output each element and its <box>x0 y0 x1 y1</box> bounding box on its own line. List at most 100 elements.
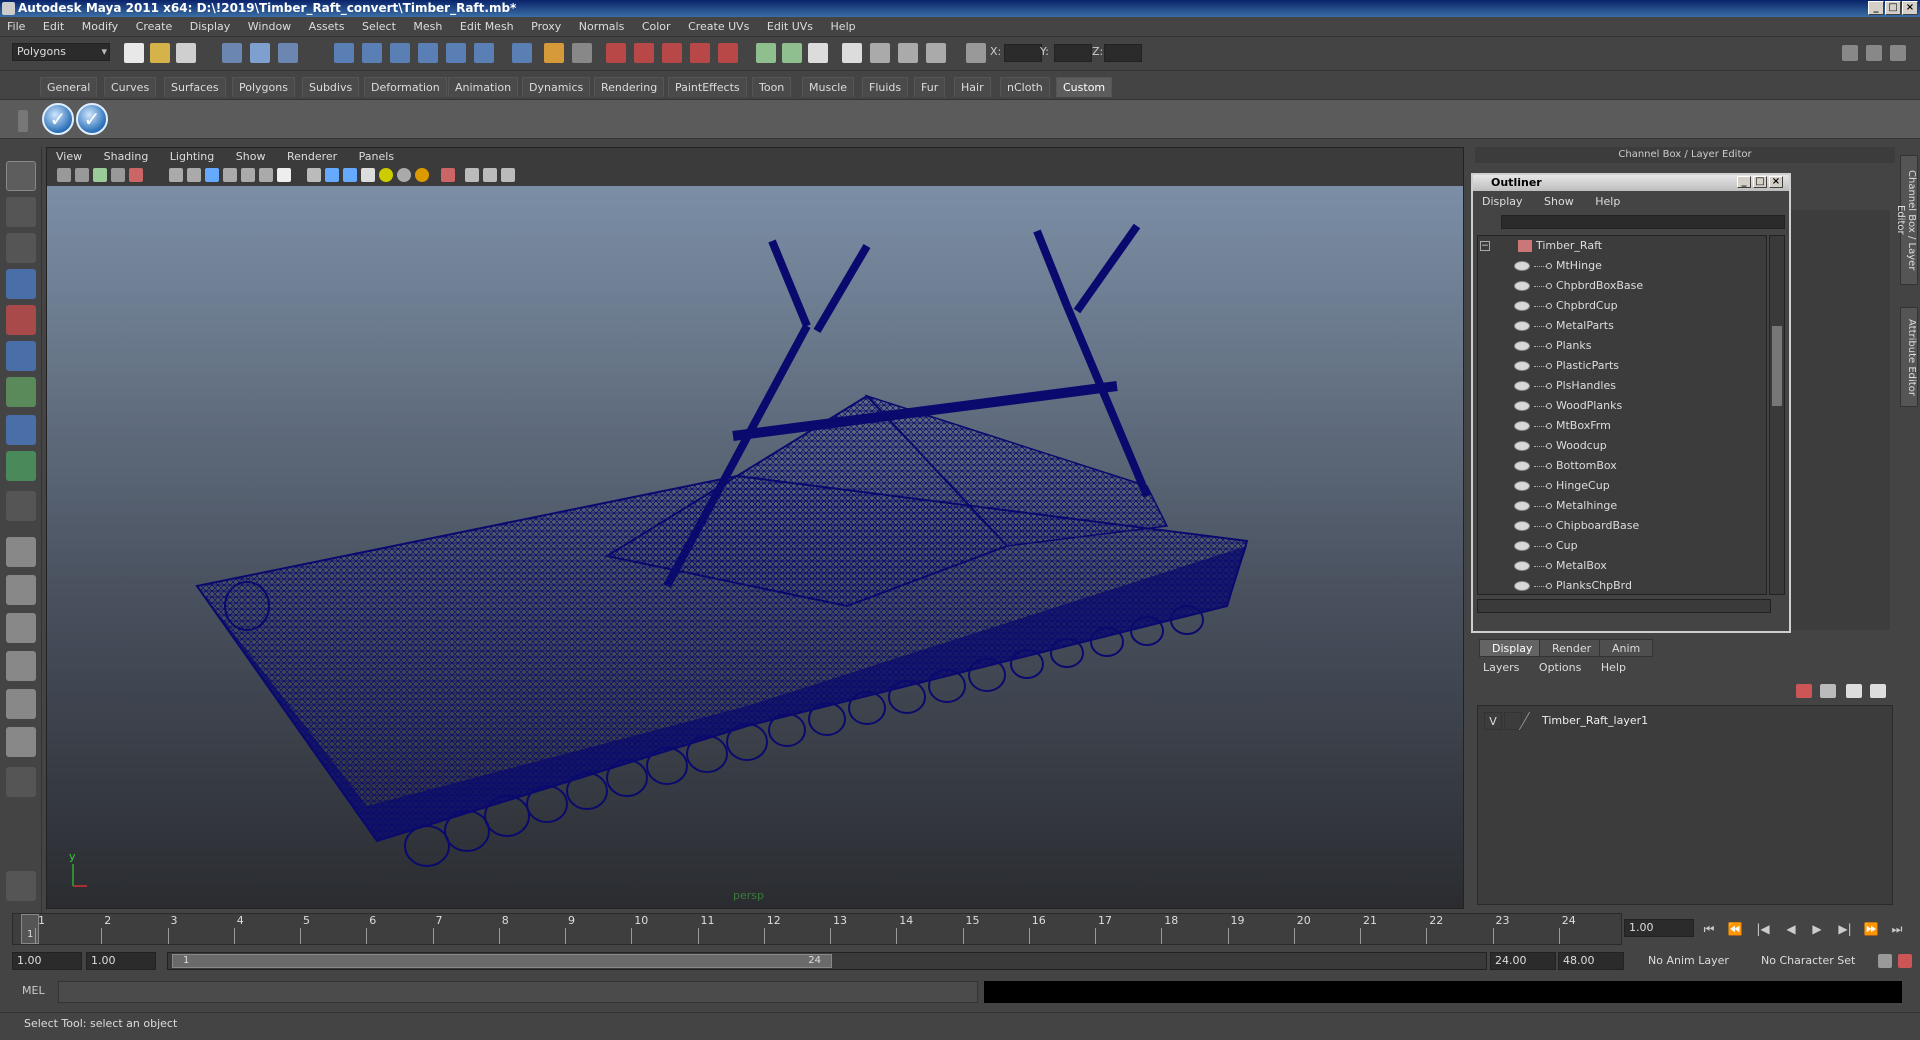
new-layer-selected-icon[interactable] <box>1820 684 1836 698</box>
range-slider[interactable]: 1 24 <box>167 952 1487 970</box>
input-line-icon[interactable] <box>756 43 776 63</box>
gate-mask-icon[interactable] <box>223 168 237 182</box>
shelf-tab-fluids[interactable]: Fluids <box>862 77 909 97</box>
shelf-tab-rendering[interactable]: Rendering <box>594 77 665 97</box>
outliner-item[interactable]: Metalhinge <box>1478 496 1766 516</box>
outliner-item[interactable]: Planks <box>1478 336 1766 356</box>
make-live-icon[interactable] <box>474 43 494 63</box>
outliner-item[interactable]: ChpbrdCup <box>1478 296 1766 316</box>
lock-icon[interactable] <box>544 43 564 63</box>
menu-select[interactable]: Select <box>355 17 403 37</box>
current-frame-marker[interactable]: 1 <box>21 914 39 944</box>
outliner-item[interactable]: PlasticParts <box>1478 356 1766 376</box>
snap-point-icon[interactable] <box>418 43 438 63</box>
side-tab-channel-box[interactable]: Channel Box / Layer Editor <box>1895 155 1918 285</box>
animation-preferences-icon[interactable] <box>1898 954 1912 968</box>
shelf-tab-surfaces[interactable]: Surfaces <box>164 77 226 97</box>
textured-icon[interactable] <box>361 168 375 182</box>
resolution-gate-icon[interactable] <box>205 168 219 182</box>
menu-assets[interactable]: Assets <box>302 17 352 37</box>
layer-visibility-toggle[interactable]: V <box>1484 712 1502 730</box>
smooth-shade-icon[interactable] <box>325 168 339 182</box>
hud-icon[interactable] <box>501 168 515 182</box>
minimize-icon[interactable]: _ <box>1868 1 1884 15</box>
grid-icon[interactable] <box>169 168 183 182</box>
outliner-menu-help[interactable]: Help <box>1586 193 1629 211</box>
shelf-tab-toon[interactable]: Toon <box>752 77 792 97</box>
auto-key-icon[interactable] <box>1878 954 1892 968</box>
soft-mod-tool-icon[interactable] <box>6 415 36 445</box>
shelf-tab-fur[interactable]: Fur <box>914 77 946 97</box>
render-current-icon[interactable] <box>606 43 626 63</box>
wireframe-on-shaded-icon[interactable] <box>343 168 357 182</box>
minimize-icon[interactable]: _ <box>1737 176 1751 188</box>
menu-normals[interactable]: Normals <box>572 17 632 37</box>
shelf-tab-animation[interactable]: Animation <box>448 77 519 97</box>
toggle-channel-box-icon[interactable] <box>1890 45 1906 61</box>
menu-edit-mesh[interactable]: Edit Mesh <box>453 17 521 37</box>
help-question-icon[interactable] <box>512 43 532 63</box>
animation-start-field[interactable]: 1.00 <box>12 952 82 970</box>
range-slider-handle[interactable]: 1 24 <box>172 954 832 968</box>
four-view-layout-icon[interactable] <box>6 575 36 605</box>
checkmark-icon[interactable]: ✓ <box>76 103 108 135</box>
viewport-menu-show[interactable]: Show <box>227 148 275 166</box>
bookmark-icon[interactable] <box>93 168 107 182</box>
shelf-tab-ncloth[interactable]: nCloth <box>1000 77 1050 97</box>
layout-menu-icon[interactable] <box>6 767 36 797</box>
layer-tab-anim[interactable]: Anim <box>1599 639 1654 657</box>
all-lights-icon[interactable] <box>397 168 411 182</box>
checkmark-icon[interactable]: ✓ <box>42 103 74 135</box>
menu-mesh[interactable]: Mesh <box>406 17 449 37</box>
outliner-item[interactable]: MtBoxFrm <box>1478 416 1766 436</box>
menu-modify[interactable]: Modify <box>75 17 125 37</box>
animation-end-field[interactable]: 48.00 <box>1558 952 1624 970</box>
new-scene-icon[interactable] <box>124 43 144 63</box>
outliner-menu-display[interactable]: Display <box>1473 193 1532 211</box>
field-chart-icon[interactable] <box>241 168 255 182</box>
menu-edit-uvs[interactable]: Edit UVs <box>760 17 820 37</box>
viewport-menu-panels[interactable]: Panels <box>350 148 403 166</box>
play-forwards-icon[interactable]: ▶ <box>1806 921 1828 937</box>
channel-box-icon[interactable] <box>898 43 918 63</box>
outliner-item[interactable]: MetalBox <box>1478 556 1766 576</box>
shelf-menu-icon[interactable] <box>18 110 28 132</box>
ipr-render-icon[interactable] <box>634 43 654 63</box>
camera-select-icon[interactable] <box>57 168 71 182</box>
paint-select-tool-icon[interactable] <box>6 233 36 263</box>
new-layer-empty-icon[interactable] <box>1796 684 1812 698</box>
toggle-attribute-editor-icon[interactable] <box>1842 45 1858 61</box>
select-tool-icon[interactable] <box>6 161 36 191</box>
maximize-icon[interactable]: □ <box>1753 176 1767 188</box>
outliner-item[interactable]: HingeCup <box>1478 476 1766 496</box>
manipulator-tool-icon[interactable] <box>6 377 36 407</box>
scrollbar-thumb[interactable] <box>1772 326 1782 406</box>
x-field[interactable] <box>1004 44 1042 62</box>
shelf-tab-custom[interactable]: Custom <box>1056 77 1113 97</box>
outliner-item[interactable]: Woodcup <box>1478 436 1766 456</box>
side-tab-attribute-editor[interactable]: Attribute Editor <box>1900 307 1918 407</box>
layer-menu-options[interactable]: Options <box>1531 658 1589 678</box>
history-icon[interactable] <box>572 43 592 63</box>
outliner-persp-graph-layout-icon[interactable] <box>6 727 36 757</box>
xray-joints-icon[interactable] <box>483 168 497 182</box>
menu-color[interactable]: Color <box>635 17 678 37</box>
mel-input[interactable] <box>58 981 978 1003</box>
play-backwards-icon[interactable]: ◀ <box>1780 921 1802 937</box>
open-scene-icon[interactable] <box>150 43 170 63</box>
film-gate-icon[interactable] <box>187 168 201 182</box>
render-view-icon[interactable] <box>718 43 738 63</box>
shelf-tab-hair[interactable]: Hair <box>954 77 991 97</box>
outliner-horizontal-scrollbar[interactable] <box>1477 599 1771 613</box>
mask-icon[interactable] <box>334 43 354 63</box>
go-to-end-icon[interactable]: ⏭ <box>1886 921 1908 937</box>
menu-file[interactable]: File <box>0 17 32 37</box>
lasso-tool-icon[interactable] <box>6 197 36 227</box>
collapse-icon[interactable]: − <box>1480 241 1490 251</box>
shelf-tab-dynamics[interactable]: Dynamics <box>522 77 591 97</box>
menu-display[interactable]: Display <box>183 17 238 37</box>
outliner-item[interactable]: PlsHandles <box>1478 376 1766 396</box>
step-forward-frame-icon[interactable]: ⏩ <box>1860 921 1882 937</box>
snap-grid-icon[interactable] <box>362 43 382 63</box>
safe-action-icon[interactable] <box>259 168 273 182</box>
